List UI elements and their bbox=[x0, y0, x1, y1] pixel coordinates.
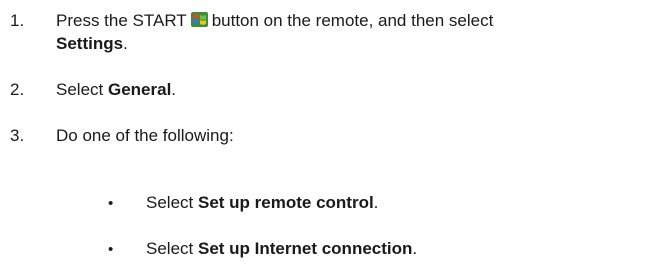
step-3: 3. Do one of the following: bbox=[10, 125, 234, 147]
bullet-icon: • bbox=[108, 195, 114, 212]
step-text: Select General. bbox=[56, 79, 176, 101]
step-text: Do one of the following: bbox=[56, 126, 234, 145]
step-text: Press the START button on the remote, an… bbox=[56, 10, 493, 32]
step-trailing: . bbox=[123, 34, 128, 53]
step-1: 1. Press the START button on the remote, … bbox=[10, 10, 493, 32]
option-trailing: . bbox=[373, 193, 379, 212]
option-text-before: Select bbox=[146, 193, 194, 212]
step-2: 2. Select General. bbox=[10, 79, 176, 101]
option-item: • Select Set up remote control. bbox=[108, 192, 378, 215]
windows-start-icon bbox=[190, 11, 208, 27]
option-item: • Select Set up Internet connection. bbox=[108, 238, 417, 261]
set-up-remote-control-term: Set up remote control bbox=[197, 193, 374, 212]
step-text-before-icon: Press the START bbox=[56, 11, 187, 30]
general-term: General bbox=[107, 80, 172, 99]
option-trailing: . bbox=[412, 239, 418, 258]
settings-term: Settings bbox=[56, 34, 124, 53]
step-trailing: . bbox=[171, 80, 177, 99]
step-1-continuation: Settings. bbox=[56, 33, 128, 55]
bullet-icon: • bbox=[108, 241, 114, 258]
step-text-before: Select bbox=[56, 80, 104, 99]
step-text-after-icon: button on the remote, and then select bbox=[211, 11, 494, 30]
step-number: 2. bbox=[10, 80, 25, 99]
set-up-internet-connection-term: Set up Internet connection bbox=[197, 239, 413, 258]
step-number: 3. bbox=[10, 126, 25, 145]
option-text-before: Select bbox=[146, 239, 194, 258]
step-number: 1. bbox=[10, 11, 25, 30]
